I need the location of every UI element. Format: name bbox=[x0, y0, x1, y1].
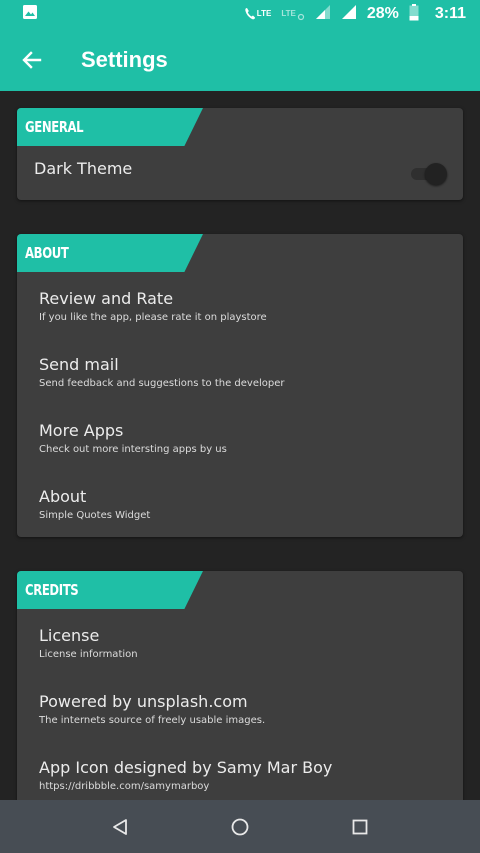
signal-icon bbox=[315, 4, 331, 24]
list-item-title: Review and Rate bbox=[39, 289, 174, 308]
credits-card: CREDITS License License information Powe… bbox=[17, 571, 463, 800]
list-item-title: License bbox=[39, 626, 100, 645]
general-header-label: GENERAL bbox=[25, 118, 84, 136]
about-item[interactable]: About Simple Quotes Widget bbox=[39, 487, 150, 521]
status-bar: LTE LTE 28% 3:11 bbox=[0, 0, 480, 28]
back-button[interactable] bbox=[0, 28, 64, 91]
list-item-title: More Apps bbox=[39, 421, 124, 440]
dark-theme-label: Dark Theme bbox=[34, 159, 133, 178]
list-item-subtitle: Simple Quotes Widget bbox=[39, 510, 151, 521]
nav-home-button[interactable] bbox=[215, 802, 265, 852]
toggle-thumb bbox=[425, 163, 447, 185]
clock: 3:11 bbox=[434, 5, 466, 22]
general-card: GENERAL Dark Theme bbox=[17, 108, 463, 200]
dark-theme-toggle[interactable] bbox=[409, 163, 447, 185]
list-item-title: Send mail bbox=[39, 355, 119, 374]
credits-header-label: CREDITS bbox=[25, 581, 79, 599]
list-item-subtitle: If you like the app, please rate it on p… bbox=[39, 312, 267, 323]
signal-full-icon bbox=[341, 4, 357, 24]
image-notification-icon bbox=[22, 4, 38, 24]
list-item-subtitle: https://dribbble.com/samymarboy bbox=[39, 781, 210, 792]
system-nav-bar bbox=[0, 800, 480, 853]
list-item-subtitle: Check out more intersting apps by us bbox=[39, 444, 227, 455]
page-title: Settings bbox=[81, 46, 168, 72]
unsplash-item[interactable]: Powered by unsplash.com The internets so… bbox=[39, 692, 265, 726]
lte-label: LTE bbox=[256, 9, 272, 18]
about-card: ABOUT Review and Rate If you like the ap… bbox=[17, 234, 463, 537]
battery-icon bbox=[409, 3, 419, 25]
about-header-label: ABOUT bbox=[25, 244, 69, 262]
lte2-label: LTE bbox=[281, 9, 296, 18]
nav-back-button[interactable] bbox=[95, 802, 145, 852]
dark-theme-row[interactable]: Dark Theme bbox=[34, 159, 132, 178]
list-item-subtitle: Send feedback and suggestions to the dev… bbox=[39, 378, 285, 389]
nav-recents-button[interactable] bbox=[335, 802, 385, 852]
list-item-title: About bbox=[39, 487, 87, 506]
lte2-indicator: LTE bbox=[281, 7, 305, 21]
battery-percent: 28% bbox=[366, 5, 399, 22]
send-mail-item[interactable]: Send mail Send feedback and suggestions … bbox=[39, 355, 285, 389]
circle-home-icon bbox=[231, 818, 249, 835]
credits-header: CREDITS bbox=[17, 571, 203, 609]
arrow-back-icon bbox=[22, 50, 42, 69]
about-header: ABOUT bbox=[17, 234, 203, 272]
list-item-title: Powered by unsplash.com bbox=[39, 692, 248, 711]
general-header: GENERAL bbox=[17, 108, 203, 146]
list-item-title: App Icon designed by Samy Mar Boy bbox=[39, 758, 333, 777]
square-recents-icon bbox=[352, 819, 368, 834]
list-item-subtitle: License information bbox=[39, 649, 138, 660]
license-item[interactable]: License License information bbox=[39, 626, 138, 660]
app-bar: Settings bbox=[0, 28, 480, 91]
settings-list[interactable]: GENERAL Dark Theme ABOUT Review and Rate… bbox=[0, 91, 480, 800]
review-and-rate-item[interactable]: Review and Rate If you like the app, ple… bbox=[39, 289, 267, 323]
more-apps-item[interactable]: More Apps Check out more intersting apps… bbox=[39, 421, 227, 455]
volte-phone-icon: LTE bbox=[244, 7, 272, 21]
triangle-back-icon bbox=[113, 818, 127, 835]
app-icon-credit-item[interactable]: App Icon designed by Samy Mar Boy https:… bbox=[39, 758, 332, 792]
list-item-subtitle: The internets source of freely usable im… bbox=[39, 715, 266, 726]
